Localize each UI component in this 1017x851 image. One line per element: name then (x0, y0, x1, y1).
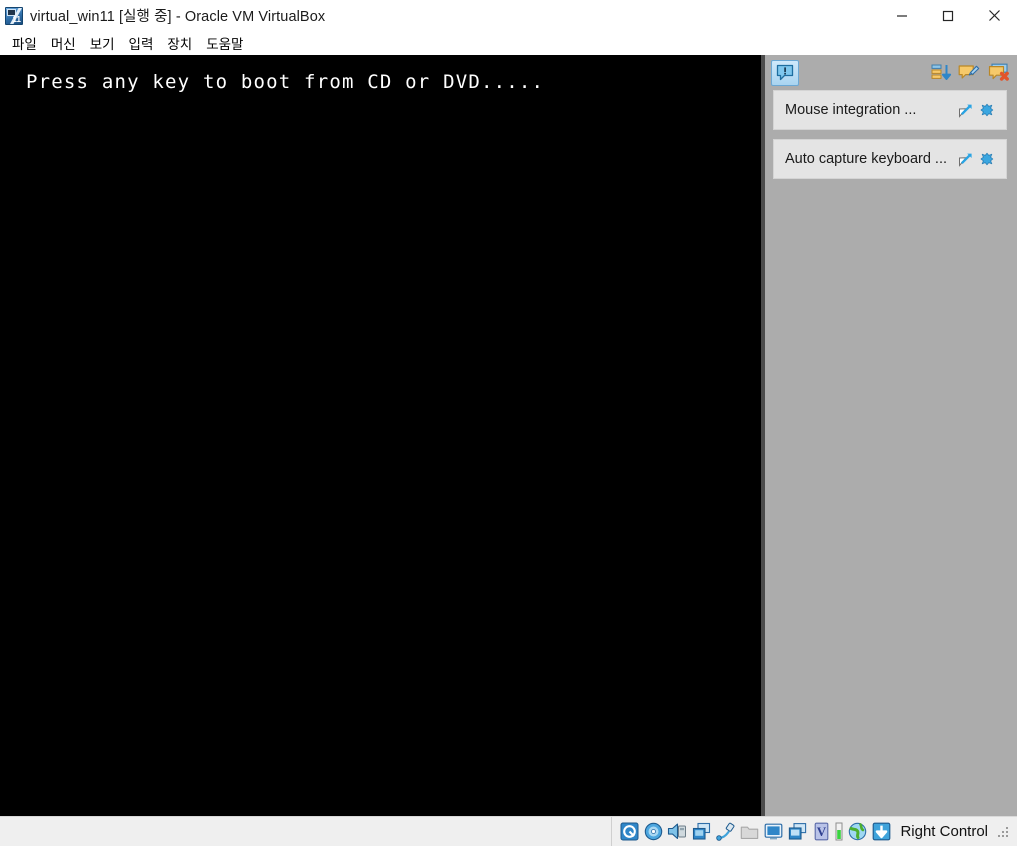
open-external-icon[interactable] (954, 99, 976, 121)
mouse-globe-icon[interactable] (846, 821, 868, 843)
title-bar: 11 virtual_win11 [실행 중] - Oracle VM Virt… (0, 0, 1017, 31)
notification-label: Mouse integration ... (785, 102, 917, 118)
boot-message: Press any key to boot from CD or DVD....… (26, 71, 545, 93)
window-title: virtual_win11 [실행 중] - Oracle VM Virtual… (30, 9, 326, 25)
notification-auto-capture-keyboard[interactable]: Auto capture keyboard ... (773, 139, 1007, 179)
usb-plug-icon[interactable] (714, 821, 736, 843)
menu-input[interactable]: 입력 (122, 31, 161, 56)
virtualbox-window: 11 virtual_win11 [실행 중] - Oracle VM Virt… (0, 0, 1017, 851)
monitor-icon[interactable] (762, 821, 784, 843)
minimize-button[interactable] (879, 0, 925, 31)
recording-screens-icon[interactable] (786, 821, 808, 843)
sort-notifications-icon[interactable] (927, 60, 955, 86)
menu-file[interactable]: 파일 (5, 31, 44, 56)
notification-list: Mouse integration ... Auto capture keybo… (765, 90, 1017, 179)
green-activity-led (834, 821, 844, 843)
menu-help[interactable]: 도움말 (199, 31, 250, 56)
close-notification-icon[interactable] (976, 99, 998, 121)
close-all-notifications-icon[interactable] (983, 60, 1011, 86)
notification-label: Auto capture keyboard ... (785, 151, 948, 167)
close-button[interactable] (971, 0, 1017, 31)
host-key-down-arrow-icon[interactable] (870, 821, 892, 843)
notification-toolbar (765, 55, 1017, 90)
optical-disk-icon[interactable] (642, 821, 664, 843)
notification-center-panel: Mouse integration ... Auto capture keybo… (761, 55, 1017, 816)
maximize-button[interactable] (925, 0, 971, 31)
network-icon[interactable] (690, 821, 712, 843)
notification-mouse-integration[interactable]: Mouse integration ... (773, 90, 1007, 130)
work-area: Press any key to boot from CD or DVD....… (0, 55, 1017, 816)
virtualization-v-icon[interactable]: V (810, 821, 832, 843)
hard-disk-icon[interactable] (618, 821, 640, 843)
notification-bubble-icon[interactable] (771, 59, 799, 86)
audio-speaker-icon[interactable] (666, 821, 688, 843)
vm-icon-badge: 11 (12, 14, 21, 24)
menu-view[interactable]: 보기 (83, 31, 122, 56)
menu-machine[interactable]: 머신 (44, 31, 83, 56)
keep-notifications-icon[interactable] (955, 60, 983, 86)
status-message-area (0, 817, 613, 846)
vm-guest-screen[interactable]: Press any key to boot from CD or DVD....… (0, 55, 761, 816)
host-key-label: Right Control (900, 823, 988, 840)
resize-grip[interactable] (998, 825, 1011, 838)
window-bottom-edge (0, 846, 1017, 851)
status-bar: V Right Control (0, 816, 1017, 846)
status-indicators: V Right Control (612, 817, 1017, 846)
open-external-icon[interactable] (954, 148, 976, 170)
menu-bar: 파일 머신 보기 입력 장치 도움말 (0, 31, 1017, 55)
window-controls (879, 0, 1017, 31)
folder-icon[interactable] (738, 821, 760, 843)
virtualbox-vm-icon: 11 (5, 6, 23, 25)
svg-text:V: V (817, 824, 827, 839)
menu-devices[interactable]: 장치 (160, 31, 199, 56)
close-notification-icon[interactable] (976, 148, 998, 170)
